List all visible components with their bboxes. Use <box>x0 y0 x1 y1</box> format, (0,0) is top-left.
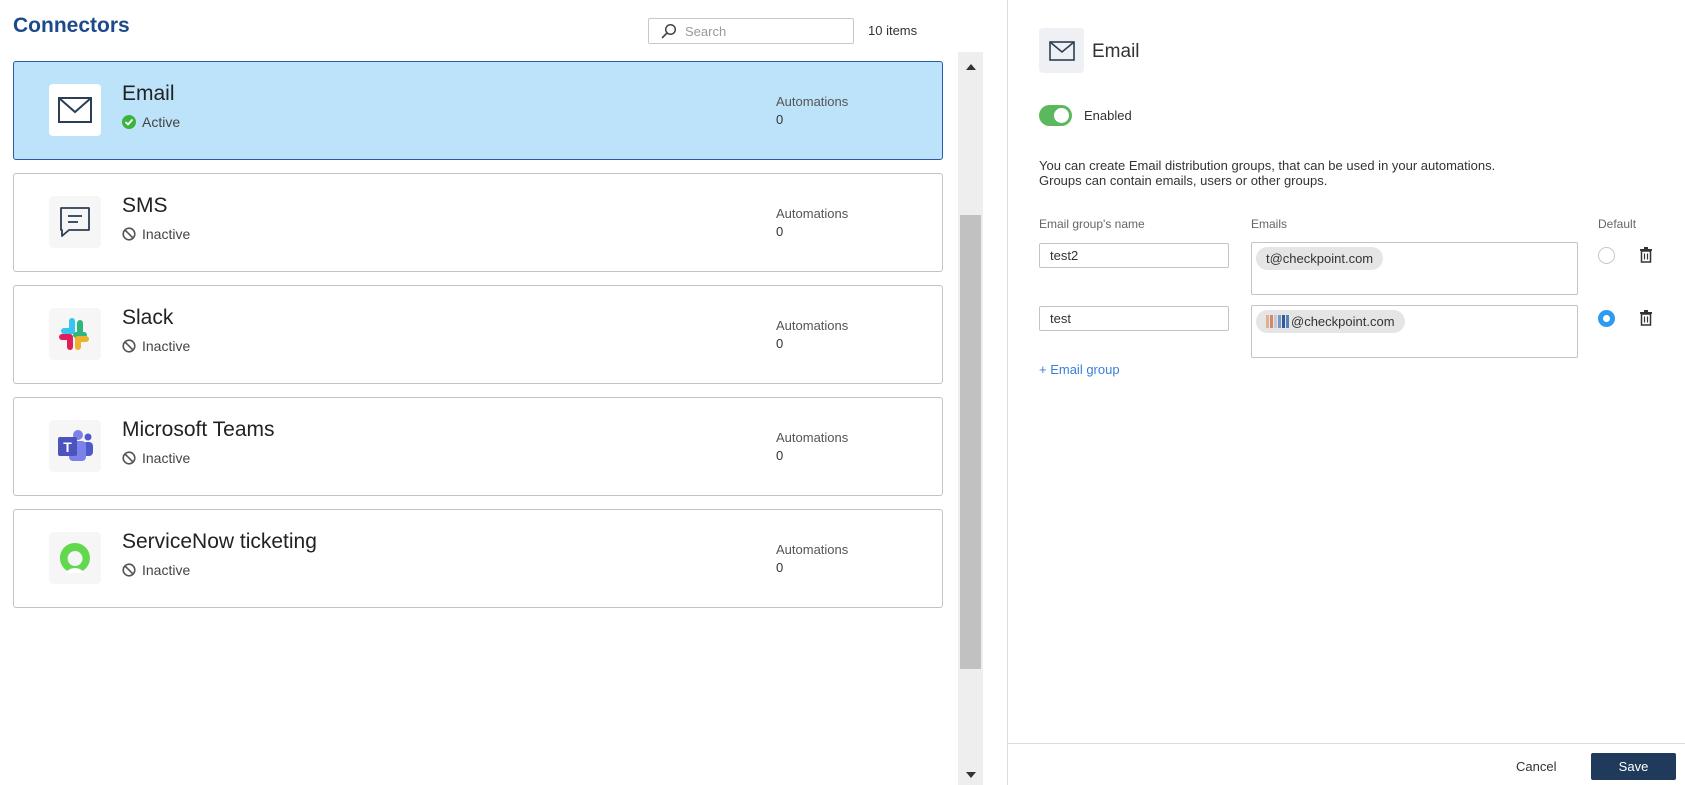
status-text: Inactive <box>142 450 191 466</box>
description-line: Groups can contain emails, users or othe… <box>1039 173 1328 188</box>
detail-title: Email <box>1092 41 1140 62</box>
automations-label: Automations <box>776 542 849 557</box>
col-header-default: Default <box>1598 217 1637 231</box>
svg-text:T: T <box>63 439 72 455</box>
search-box[interactable] <box>648 18 854 44</box>
redacted-mark <box>1286 315 1289 328</box>
servicenow-icon <box>59 543 90 573</box>
scroll-thumb[interactable] <box>960 215 981 669</box>
redacted-mark <box>1266 315 1269 328</box>
automations-label: Automations <box>776 430 849 445</box>
slack-icon <box>59 318 89 350</box>
connector-name: ServiceNow ticketing <box>122 530 317 553</box>
disabled-icon <box>122 451 136 465</box>
description-line: You can create Email distribution groups… <box>1039 158 1496 173</box>
connector-status: Inactive <box>122 338 190 354</box>
email-chip-text: t@checkpoint.com <box>1266 251 1374 266</box>
toggle-label: Enabled <box>1084 108 1132 123</box>
disabled-icon <box>122 339 136 353</box>
connector-card-slack[interactable]: Slack Inactive Automations 0 <box>13 285 943 384</box>
connector-card-email[interactable]: Email Active Automations 0 <box>13 61 943 160</box>
connector-name: SMS <box>122 194 168 217</box>
connector-detail-panel: Email Enabled You can create Email distr… <box>1007 0 1685 785</box>
col-header-group-name: Email group's name <box>1039 217 1145 231</box>
connector-status: Inactive <box>122 562 190 578</box>
status-text: Inactive <box>142 562 191 578</box>
page-title: Connectors <box>13 14 130 37</box>
envelope-icon <box>58 97 92 123</box>
chat-bubble-icon <box>60 207 90 237</box>
automations-label: Automations <box>776 206 849 221</box>
trash-icon[interactable] <box>1639 310 1653 326</box>
automations-count: 0 <box>776 448 784 463</box>
microsoft-teams-icon: T <box>58 430 93 461</box>
servicenow-logo <box>49 532 101 584</box>
save-button[interactable]: Save <box>1591 753 1676 780</box>
status-text: Active <box>142 114 181 130</box>
slack-logo <box>49 308 101 360</box>
group-name-input[interactable] <box>1039 306 1229 331</box>
scroll-up-arrow-icon[interactable] <box>958 57 983 77</box>
check-circle-icon <box>122 115 136 129</box>
group-name-input[interactable] <box>1039 243 1229 268</box>
search-icon <box>661 23 677 39</box>
connector-list: Email Active Automations 0 SMS Inactive … <box>13 61 943 621</box>
list-scrollbar[interactable] <box>958 52 983 785</box>
sms-logo <box>49 196 101 248</box>
add-email-group-link[interactable]: + Email group <box>1039 362 1120 377</box>
emails-field[interactable]: @checkpoint.com <box>1251 305 1578 358</box>
default-radio[interactable] <box>1598 247 1615 264</box>
automations-label: Automations <box>776 318 849 333</box>
disabled-icon <box>122 227 136 241</box>
detail-footer: Cancel Save <box>1008 743 1685 785</box>
email-chip[interactable]: t@checkpoint.com <box>1256 247 1384 270</box>
automations-count: 0 <box>776 336 784 351</box>
connector-card-servicenow[interactable]: ServiceNow ticketing Inactive Automation… <box>13 509 943 608</box>
connector-name: Microsoft Teams <box>122 418 275 441</box>
automations-label: Automations <box>776 94 849 109</box>
automations-count: 0 <box>776 112 784 127</box>
cancel-button[interactable]: Cancel <box>1516 759 1556 774</box>
connector-name: Slack <box>122 306 174 329</box>
connector-status: Inactive <box>122 226 190 242</box>
status-text: Inactive <box>142 226 191 242</box>
status-text: Inactive <box>142 338 191 354</box>
col-header-emails: Emails <box>1251 217 1288 231</box>
teams-logo: T <box>49 420 101 472</box>
search-input[interactable] <box>685 23 845 39</box>
redacted-mark <box>1274 315 1277 328</box>
envelope-icon <box>1048 40 1075 61</box>
email-chip-text: @checkpoint.com <box>1291 314 1395 329</box>
automations-count: 0 <box>776 560 784 575</box>
detail-logo <box>1039 28 1084 73</box>
connector-card-microsoft-teams[interactable]: T Microsoft Teams Inactive Automations 0 <box>13 397 943 496</box>
email-logo <box>49 84 101 136</box>
redacted-mark <box>1282 315 1285 328</box>
connector-name: Email <box>122 82 175 105</box>
email-chip[interactable]: @checkpoint.com <box>1256 310 1405 333</box>
default-radio-selected[interactable] <box>1598 310 1615 327</box>
connector-status: Inactive <box>122 450 190 466</box>
automations-count: 0 <box>776 224 784 239</box>
disabled-icon <box>122 563 136 577</box>
connectors-panel: Connectors 10 items Email Active <box>0 0 1007 785</box>
emails-field[interactable]: t@checkpoint.com <box>1251 242 1578 295</box>
item-count: 10 items <box>868 23 918 38</box>
enabled-toggle[interactable] <box>1039 105 1072 126</box>
toggle-knob <box>1054 108 1069 123</box>
connector-card-sms[interactable]: SMS Inactive Automations 0 <box>13 173 943 272</box>
trash-icon[interactable] <box>1639 247 1653 263</box>
connector-status: Active <box>122 114 180 130</box>
scroll-down-arrow-icon[interactable] <box>958 765 983 785</box>
redacted-mark <box>1278 315 1281 328</box>
detail-description: You can create Email distribution groups… <box>1039 158 1495 188</box>
redacted-mark <box>1270 315 1273 328</box>
